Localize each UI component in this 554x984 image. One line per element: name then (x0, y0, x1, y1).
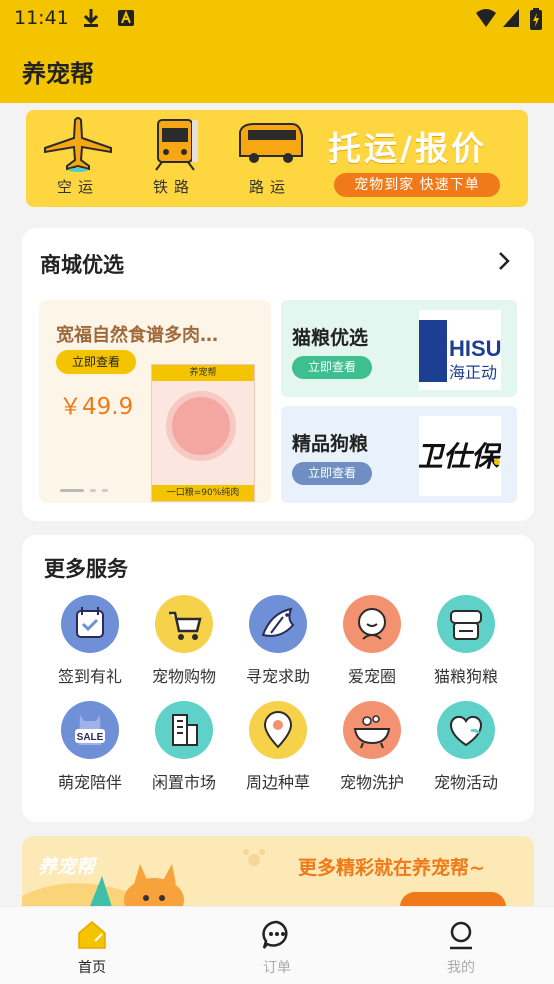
location-pin-icon (249, 701, 307, 759)
product-image: 养宠帮 一口粮=90%纯肉 (151, 364, 255, 502)
airplane-icon (38, 116, 118, 172)
service-pet-food[interactable]: 猫粮狗粮 (419, 595, 513, 695)
services-card: 更多服务 签到有礼 宠物购物 寻宠求助 爱宠圈 猫粮狗粮 SALE 萌宠陪伴 闲… (22, 535, 534, 822)
transport-road-label: 路运 (248, 178, 291, 196)
chevron-right-icon[interactable] (496, 251, 512, 275)
bottom-tab-bar: 首页 订单 我的 (0, 906, 554, 984)
service-label: 萌宠陪伴 (57, 773, 122, 792)
building-icon (155, 701, 213, 759)
brand-logo: 卫仕保 (419, 416, 501, 496)
status-bar: 11:41 (0, 0, 554, 38)
service-label: 宠物洗护 (339, 773, 404, 792)
service-label: 闲置市场 (151, 773, 216, 792)
tab-profile-label: 我的 (447, 960, 475, 976)
transport-road[interactable]: 路运 (230, 116, 310, 202)
calendar-check-icon (61, 595, 119, 653)
tab-profile[interactable]: 我的 (416, 919, 506, 979)
banner-slogan: 托运/报价 (328, 129, 488, 168)
svg-text:海正动: 海正动 (449, 363, 497, 382)
service-checkin[interactable]: 签到有礼 (43, 595, 137, 695)
transport-air-label: 空运 (56, 178, 99, 196)
service-pet-wash[interactable]: 宠物洗护 (325, 701, 419, 801)
service-label: 宠物购物 (151, 667, 216, 686)
tab-orders[interactable]: 订单 (232, 919, 322, 979)
service-label: 猫粮狗粮 (433, 667, 498, 686)
bag-brand: 养宠帮 (152, 365, 254, 381)
train-icon (134, 116, 214, 172)
tile-dog-food-button[interactable]: 立即查看 (292, 462, 372, 485)
promo-view-button[interactable]: 立即查看 (56, 350, 136, 374)
service-activities[interactable]: 宠物活动 (419, 701, 513, 801)
service-shopping[interactable]: 宠物购物 (137, 595, 231, 695)
promo-product[interactable]: 宽福自然食谱多肉… 立即查看 ￥49.9 养宠帮 一口粮=90%纯肉 (39, 300, 271, 503)
svg-text:SALE: SALE (77, 732, 104, 743)
battery-icon (530, 8, 542, 34)
service-label: 周边种草 (245, 773, 310, 792)
profile-icon (416, 919, 506, 951)
tab-home[interactable]: 首页 (47, 919, 137, 979)
home-icon (47, 919, 137, 951)
tile-cat-food-name: 猫粮优选 (292, 327, 369, 349)
promo-name: 宽福自然食谱多肉… (56, 325, 218, 346)
service-label: 寻宠求助 (245, 667, 310, 686)
tab-orders-label: 订单 (263, 960, 291, 976)
bus-icon (230, 116, 310, 172)
service-label: 宠物活动 (433, 773, 498, 792)
tab-home-label: 首页 (78, 960, 106, 976)
heart-icon (437, 701, 495, 759)
food-image (166, 391, 236, 461)
tile-dog-food-name: 精品狗粮 (292, 433, 369, 455)
tile-cat-food-button[interactable]: 立即查看 (292, 356, 372, 379)
wifi-icon (475, 8, 497, 32)
transport-rail-label: 铁路 (152, 178, 195, 196)
svg-text:HISU: HISU (449, 336, 501, 361)
service-find-pet[interactable]: 寻宠求助 (231, 595, 325, 695)
banner-headline: 更多精彩就在养宠帮~ (298, 857, 485, 879)
quick-order-button[interactable]: 宠物到家 快速下单 (334, 173, 500, 197)
service-companion[interactable]: SALE 萌宠陪伴 (43, 701, 137, 801)
app-notification-icon (117, 8, 135, 32)
chat-icon (232, 919, 322, 951)
service-label: 爱宠圈 (347, 667, 396, 686)
services-title: 更多服务 (44, 557, 128, 581)
transport-rail[interactable]: 铁路 (134, 116, 214, 202)
carousel-dots (60, 489, 114, 503)
tile-dog-food[interactable]: 精品狗粮 立即查看 卫仕保 (281, 406, 517, 503)
pet-food-icon (437, 595, 495, 653)
signal-icon (502, 8, 520, 32)
tile-cat-food[interactable]: 猫粮优选 立即查看 HISU 海正动 (281, 300, 517, 397)
service-second-hand[interactable]: 闲置市场 (137, 701, 231, 801)
brand-logo: HISU 海正动 (419, 310, 501, 390)
bird-icon (249, 595, 307, 653)
page-title: 养宠帮 (22, 60, 94, 88)
service-nearby[interactable]: 周边种草 (231, 701, 325, 801)
service-label: 签到有礼 (57, 667, 122, 686)
app-header: 11:41 养宠帮 (0, 0, 554, 103)
download-icon (82, 8, 100, 32)
shipping-banner[interactable]: 空运 铁路 路运 托运/报价 宠物到家 快速下单 (26, 110, 528, 207)
transport-air[interactable]: 空运 (38, 116, 118, 202)
mall-title: 商城优选 (40, 253, 124, 277)
sale-bag-icon: SALE (61, 701, 119, 759)
mall-card: 商城优选 宽福自然食谱多肉… 立即查看 ￥49.9 养宠帮 一口粮=90%纯肉 … (22, 228, 534, 521)
svg-text:卫仕保: 卫仕保 (419, 440, 501, 473)
service-pet-circle[interactable]: 爱宠圈 (325, 595, 419, 695)
pet-face-icon (343, 595, 401, 653)
bag-tag: 一口粮=90%纯肉 (152, 485, 254, 501)
shopping-cart-icon (155, 595, 213, 653)
promo-price: ￥49.9 (59, 394, 134, 420)
bathtub-icon (343, 701, 401, 759)
banner-brand: 养宠帮 (38, 856, 96, 878)
status-time: 11:41 (14, 7, 69, 29)
